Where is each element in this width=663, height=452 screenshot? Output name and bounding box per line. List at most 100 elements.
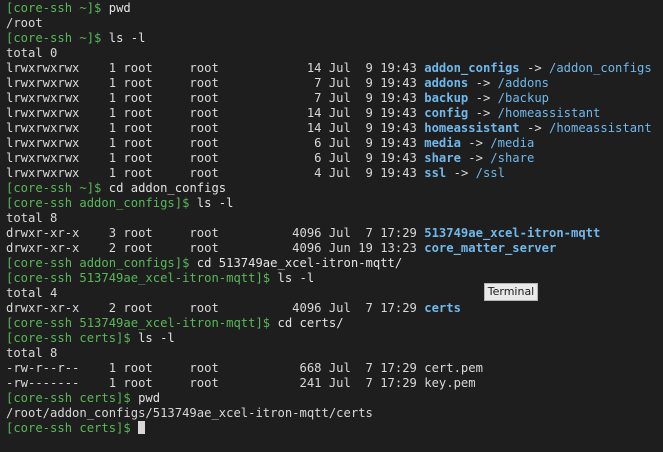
symlink-arrow: ->	[468, 76, 498, 90]
file-info: drwxr-xr-x 3 root root 4096 Jul 7 17:29	[6, 226, 425, 240]
listing-row: lrwxrwxrwx 1 root root 4 Jul 9 19:43 ssl…	[6, 166, 663, 181]
command-text: ls -l	[189, 196, 234, 210]
shell-prompt: [core-ssh ~]$	[6, 181, 102, 195]
symlink-arrow: ->	[460, 151, 491, 165]
file-info: lrwxrwxrwx 1 root root 4 Jul 9 19:43	[6, 166, 425, 180]
file-info: lrwxrwxrwx 1 root root 7 Jul 9 19:43	[6, 91, 425, 105]
symlink-target: /backup	[497, 91, 550, 105]
text-cursor[interactable]	[138, 421, 146, 434]
shell-prompt: [core-ssh addon_configs]$	[6, 256, 190, 270]
prompt-line: [core-ssh 513749ae_xcel-itron-mqtt]$ cd …	[6, 316, 663, 331]
prompt-line: [core-ssh addon_configs]$ cd 513749ae_xc…	[6, 256, 663, 271]
file-name: addons	[424, 76, 469, 90]
listing-row: -rw-r--r-- 1 root root 668 Jul 7 17:29 c…	[6, 361, 663, 376]
file-info: lrwxrwxrwx 1 root root 7 Jul 9 19:43	[6, 76, 425, 90]
listing-row: lrwxrwxrwx 1 root root 14 Jul 9 19:43 co…	[6, 106, 663, 121]
symlink-target: /addons	[497, 76, 550, 90]
listing-row: lrwxrwxrwx 1 root root 7 Jul 9 19:43 bac…	[6, 91, 663, 106]
file-name: media	[424, 136, 461, 150]
command-text: ls -l	[270, 271, 315, 285]
prompt-line: [core-ssh certs]$ ls -l	[6, 331, 663, 346]
file-info: -rw-r--r-- 1 root root 668 Jul 7 17:29	[6, 361, 425, 375]
symlink-arrow: ->	[468, 106, 498, 120]
file-info: lrwxrwxrwx 1 root root 6 Jul 9 19:43	[6, 136, 425, 150]
listing-row: drwxr-xr-x 2 root root 4096 Jun 19 13:23…	[6, 241, 663, 256]
listing-row: -rw------- 1 root root 241 Jul 7 17:29 k…	[6, 376, 663, 391]
symlink-arrow: ->	[460, 136, 491, 150]
listing-row: lrwxrwxrwx 1 root root 6 Jul 9 19:43 med…	[6, 136, 663, 151]
symlink-target: /addon_configs	[549, 61, 652, 75]
output-line: total 8	[6, 211, 663, 226]
output-line: total 8	[6, 346, 663, 361]
file-name: 513749ae_xcel-itron-mqtt	[424, 226, 601, 240]
file-name: key.pem	[424, 376, 476, 390]
file-info: drwxr-xr-x 2 root root 4096 Jul 7 17:29	[6, 301, 425, 315]
symlink-target: /homeassistant	[497, 106, 601, 120]
file-name: homeassistant	[424, 121, 520, 135]
shell-prompt: [core-ssh 513749ae_xcel-itron-mqtt]$	[6, 316, 271, 330]
file-name: cert.pem	[424, 361, 483, 375]
shell-prompt: [core-ssh ~]$	[6, 31, 102, 45]
output-text: total 4	[6, 286, 58, 300]
file-name: share	[424, 151, 461, 165]
symlink-target: /media	[490, 136, 535, 150]
command-text: ls -l	[130, 331, 175, 345]
symlink-target: /homeassistant	[549, 121, 652, 135]
shell-prompt: [core-ssh addon_configs]$	[6, 196, 190, 210]
symlink-target: /share	[490, 151, 535, 165]
listing-row: drwxr-xr-x 2 root root 4096 Jul 7 17:29 …	[6, 301, 663, 316]
output-text: total 8	[6, 346, 58, 360]
output-text: total 0	[6, 46, 58, 60]
listing-row: lrwxrwxrwx 1 root root 14 Jul 9 19:43 ad…	[6, 61, 663, 76]
command-text: pwd	[130, 391, 161, 405]
output-line: /root	[6, 16, 663, 31]
terminal-tooltip: Terminal	[484, 283, 538, 301]
symlink-arrow: ->	[519, 61, 549, 75]
file-name: config	[424, 106, 469, 120]
listing-row: lrwxrwxrwx 1 root root 6 Jul 9 19:43 sha…	[6, 151, 663, 166]
file-info: lrwxrwxrwx 1 root root 14 Jul 9 19:43	[6, 106, 425, 120]
shell-prompt: [core-ssh certs]$	[6, 421, 131, 435]
shell-prompt: [core-ssh ~]$	[6, 1, 102, 15]
file-name: backup	[424, 91, 469, 105]
command-text: ls -l	[101, 31, 146, 45]
symlink-arrow: ->	[446, 166, 476, 180]
file-name: ssl	[424, 166, 447, 180]
file-info: lrwxrwxrwx 1 root root 6 Jul 9 19:43	[6, 151, 425, 165]
file-info: lrwxrwxrwx 1 root root 14 Jul 9 19:43	[6, 121, 425, 135]
prompt-line: [core-ssh ~]$ cd addon_configs	[6, 181, 663, 196]
command-text	[131, 421, 138, 435]
file-name: certs	[424, 301, 461, 315]
shell-prompt: [core-ssh certs]$	[6, 391, 131, 405]
command-text: cd addon_configs	[101, 181, 227, 195]
output-text: /root/addon_configs/513749ae_xcel-itron-…	[6, 406, 373, 420]
terminal-output[interactable]: [core-ssh ~]$ pwd/root [core-ssh ~]$ ls -…	[6, 1, 663, 436]
output-line: /root/addon_configs/513749ae_xcel-itron-…	[6, 406, 663, 421]
terminal-window[interactable]: [core-ssh ~]$ pwd/root [core-ssh ~]$ ls -…	[0, 0, 663, 452]
prompt-line: [core-ssh 513749ae_xcel-itron-mqtt]$ ls …	[6, 271, 663, 286]
output-text: total 8	[6, 211, 58, 225]
prompt-line: [core-ssh addon_configs]$ ls -l	[6, 196, 663, 211]
file-info: -rw------- 1 root root 241 Jul 7 17:29	[6, 376, 425, 390]
output-line: total 4	[6, 286, 663, 301]
command-text: pwd	[101, 1, 131, 15]
listing-row: drwxr-xr-x 3 root root 4096 Jul 7 17:29 …	[6, 226, 663, 241]
shell-prompt: [core-ssh certs]$	[6, 331, 131, 345]
prompt-line: [core-ssh ~]$ ls -l	[6, 31, 663, 46]
command-text: cd certs/	[270, 316, 344, 330]
symlink-arrow: ->	[468, 91, 498, 105]
prompt-line: [core-ssh ~]$ pwd	[6, 1, 663, 16]
file-info: lrwxrwxrwx 1 root root 14 Jul 9 19:43	[6, 61, 425, 75]
output-text: /root	[6, 16, 43, 30]
file-info: drwxr-xr-x 2 root root 4096 Jun 19 13:23	[6, 241, 425, 255]
prompt-line: [core-ssh certs]$	[6, 421, 663, 436]
listing-row: lrwxrwxrwx 1 root root 14 Jul 9 19:43 ho…	[6, 121, 663, 136]
shell-prompt: [core-ssh 513749ae_xcel-itron-mqtt]$	[6, 271, 271, 285]
output-line: total 0	[6, 46, 663, 61]
prompt-line: [core-ssh certs]$ pwd	[6, 391, 663, 406]
file-name: addon_configs	[424, 61, 520, 75]
symlink-arrow: ->	[519, 121, 549, 135]
symlink-target: /ssl	[475, 166, 505, 180]
file-name: core_matter_server	[424, 241, 557, 255]
listing-row: lrwxrwxrwx 1 root root 7 Jul 9 19:43 add…	[6, 76, 663, 91]
